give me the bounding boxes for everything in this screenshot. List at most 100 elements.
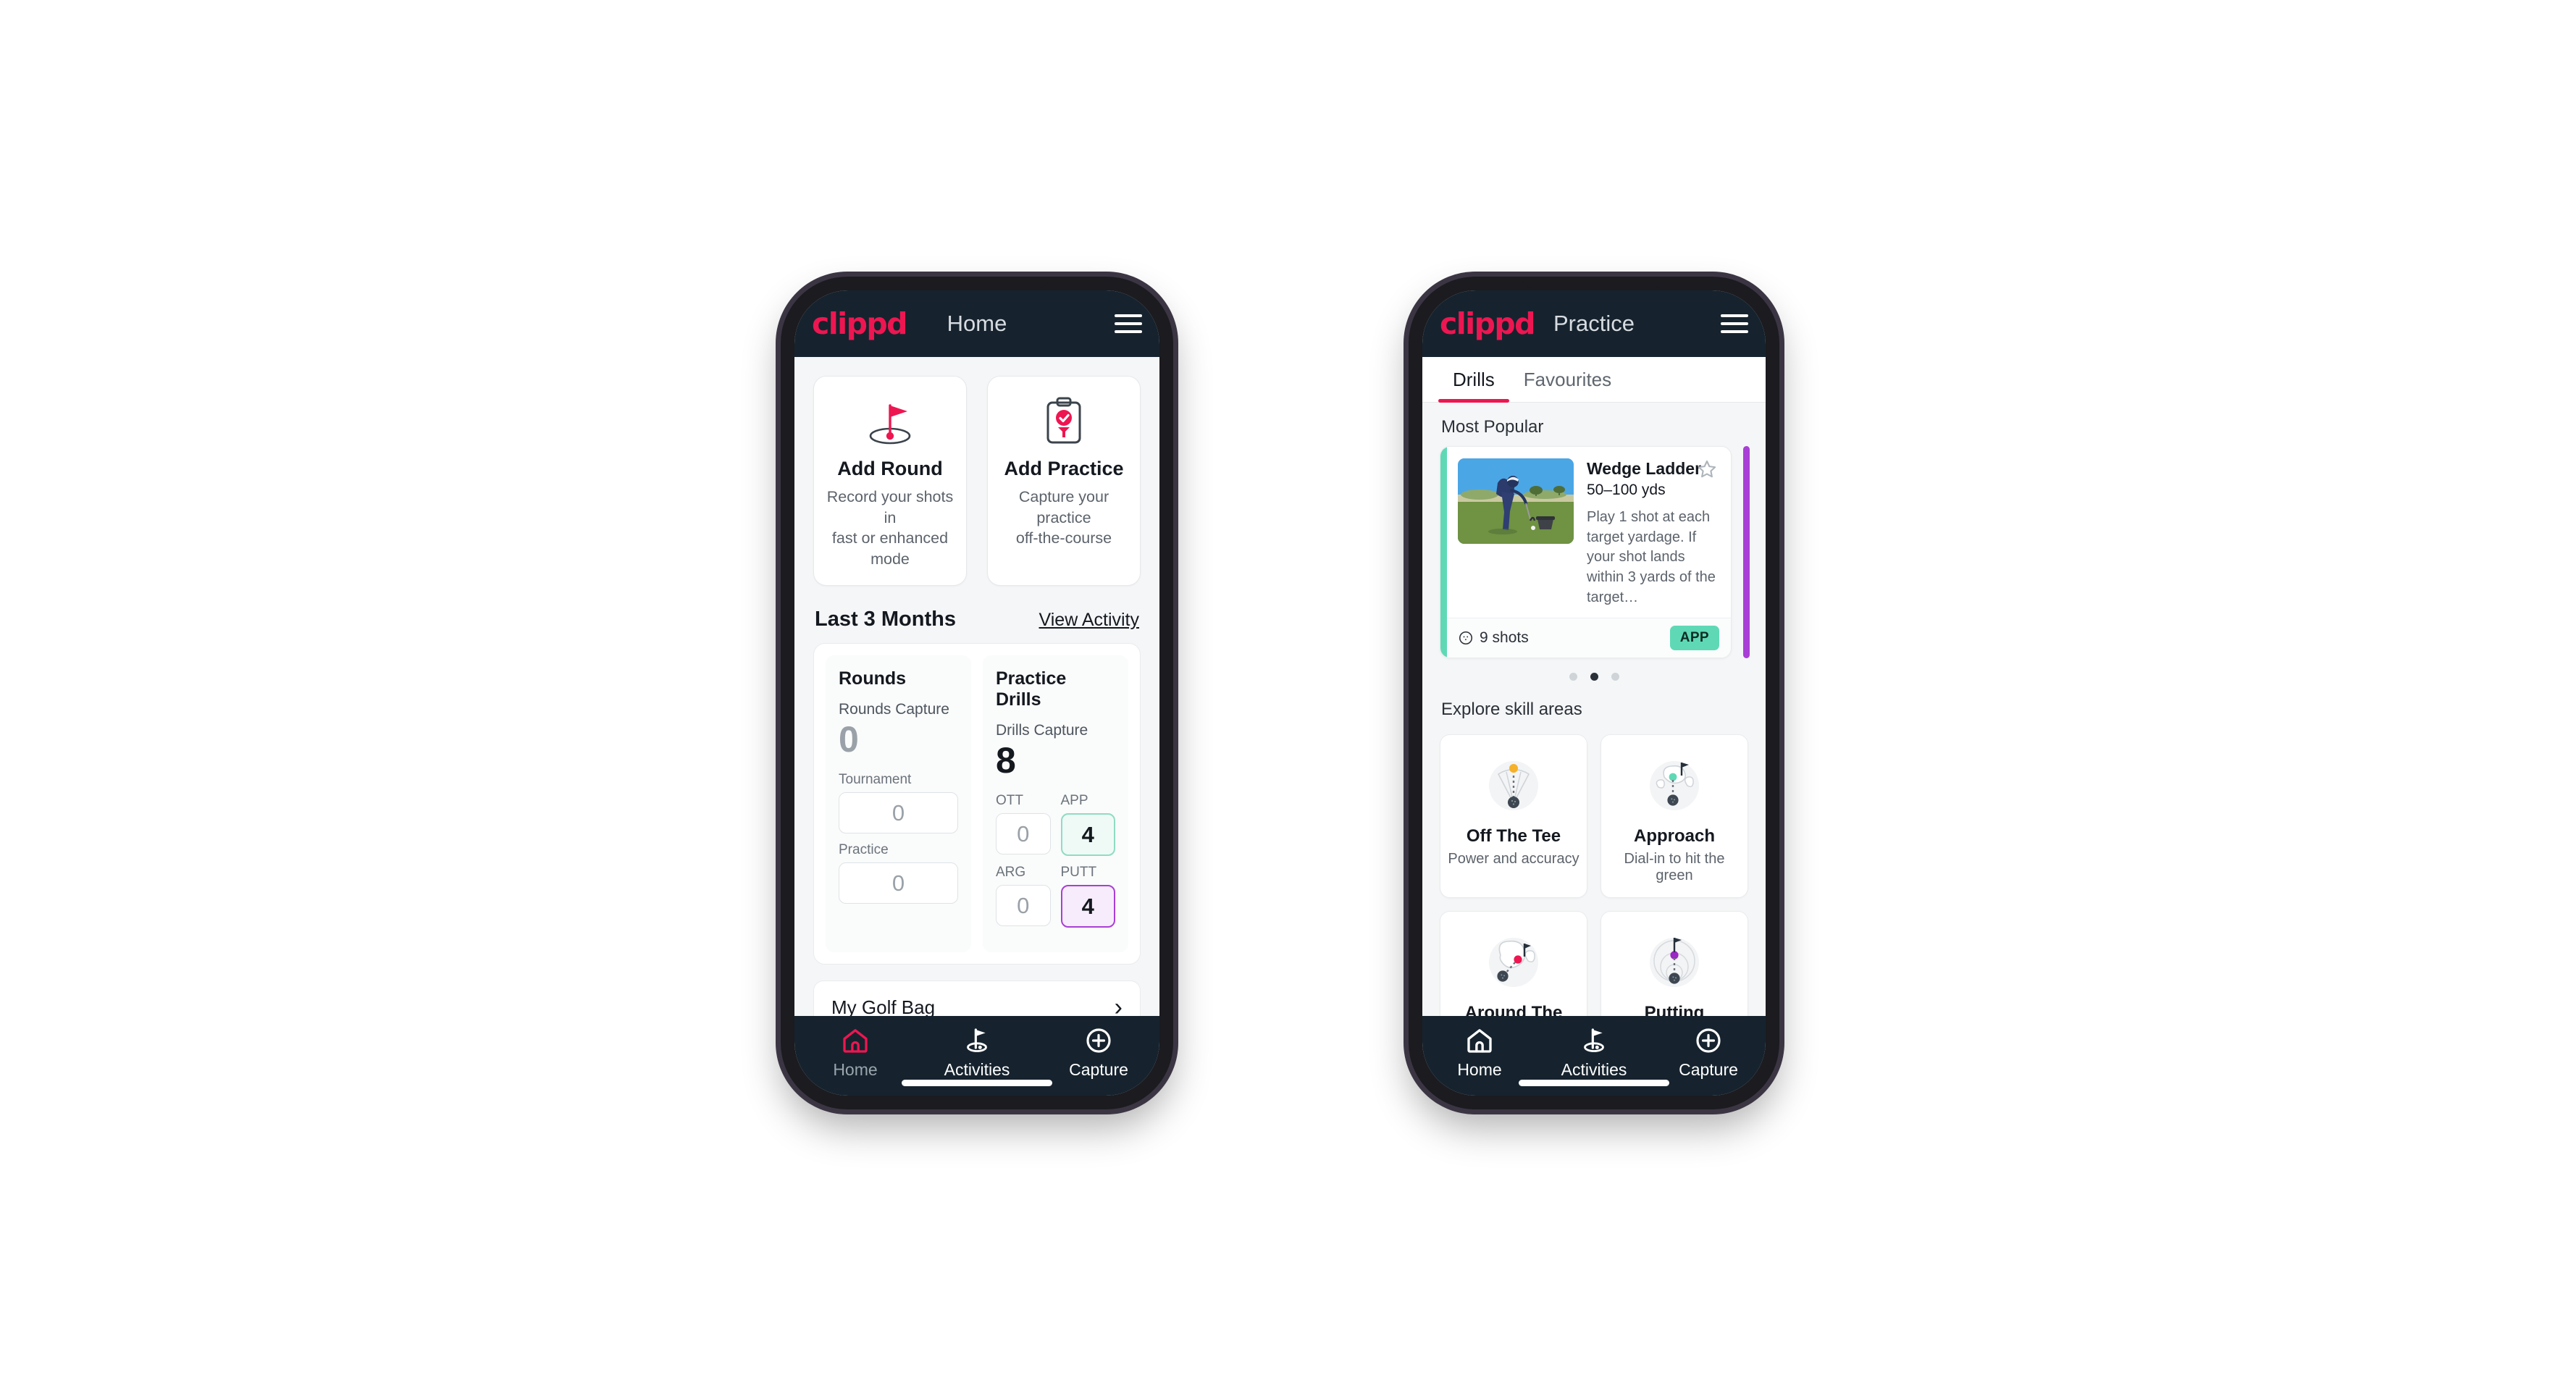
skill-card-approach[interactable]: Approach Dial-in to hit the green xyxy=(1600,734,1748,899)
app-value[interactable]: 4 xyxy=(1060,813,1115,857)
explore-skill-areas-label: Explore skill areas xyxy=(1441,700,1582,720)
bottom-nav-practice: Home Activities Capture xyxy=(1422,1016,1766,1096)
app-field: APP 4 xyxy=(1060,793,1115,857)
nav-item-capture[interactable]: Capture xyxy=(1651,1026,1766,1080)
skill-card-off-the-tee[interactable]: Off The Tee Power and accuracy xyxy=(1440,734,1587,899)
golf-flag-icon xyxy=(1584,1028,1604,1052)
nav-label-capture: Capture xyxy=(1679,1060,1738,1079)
tournament-value[interactable]: 0 xyxy=(839,792,958,834)
drill-card-wedge-ladder[interactable]: Wedge Ladder 50–100 yds Play 1 shot at e… xyxy=(1440,446,1732,659)
star-outline-icon[interactable] xyxy=(1696,458,1718,480)
plus-circle-icon xyxy=(1696,1028,1721,1053)
carousel-dot-2[interactable] xyxy=(1590,673,1598,681)
rounds-heading: Rounds xyxy=(839,668,907,689)
golf-flag-hole-icon xyxy=(823,394,957,450)
drills-row-1: OTT 0 APP 4 xyxy=(996,793,1115,865)
drill-category-stripe xyxy=(1440,447,1447,658)
skill-title-around-the-green: Around The Green xyxy=(1464,1003,1563,1016)
drill-shots: 9 shots xyxy=(1458,629,1529,647)
add-practice-title: Add Practice xyxy=(1004,458,1124,479)
hamburger-icon[interactable] xyxy=(1115,314,1142,333)
bottom-nav-home: Home Activities Capture xyxy=(794,1016,1159,1096)
view-activity-link[interactable]: View Activity xyxy=(1039,610,1139,631)
add-practice-subtitle-line1: Capture your practice xyxy=(1018,488,1109,526)
drill-description: Play 1 shot at each target yardage. If y… xyxy=(1587,509,1716,605)
add-practice-card[interactable]: Add Practice Capture your practice off-t… xyxy=(987,376,1141,587)
nav-item-home[interactable]: Home xyxy=(1422,1026,1537,1080)
tab-drills[interactable]: Drills xyxy=(1438,357,1509,403)
nav-item-activities[interactable]: Activities xyxy=(1537,1026,1651,1080)
ott-field: OTT 0 xyxy=(996,793,1051,856)
device-notch xyxy=(1522,277,1666,287)
tab-favourites[interactable]: Favourites xyxy=(1509,357,1626,402)
drill-card-body: Wedge Ladder 50–100 yds Play 1 shot at e… xyxy=(1440,447,1731,618)
golf-flag-icon xyxy=(967,1028,987,1052)
drills-capture-value: 8 xyxy=(996,740,1016,781)
phone-device-practice: clippd Practice Drills Favourites Most P… xyxy=(1409,277,1779,1109)
nav-item-activities[interactable]: Activities xyxy=(916,1026,1038,1080)
putting-rings-icon xyxy=(1608,923,1740,999)
carousel-dot-3[interactable] xyxy=(1611,673,1619,681)
nav-label-activities: Activities xyxy=(944,1060,1010,1079)
practice-value[interactable]: 0 xyxy=(839,862,958,904)
my-golf-bag-row[interactable]: My Golf Bag › xyxy=(813,980,1141,1016)
putt-field: PUTT 4 xyxy=(1060,865,1115,928)
skill-title-off-the-tee: Off The Tee xyxy=(1466,826,1561,847)
practice-drills-column: Practice Drills Drills Capture 8 OTT 0 A… xyxy=(983,655,1128,953)
add-round-subtitle-line2: fast or enhanced mode xyxy=(831,529,949,568)
app-header-home: clippd Home xyxy=(794,290,1159,357)
plus-circle-icon xyxy=(1086,1028,1111,1053)
tee-shot-dispersion-icon xyxy=(1448,747,1579,822)
skill-card-putting[interactable]: Putting Make and lag practice xyxy=(1600,911,1748,1016)
add-round-card[interactable]: Add Round Record your shots in fast or e… xyxy=(813,376,967,587)
drill-category-badge: APP xyxy=(1669,626,1719,651)
drill-thumbnail xyxy=(1458,458,1574,544)
arg-value[interactable]: 0 xyxy=(996,885,1051,927)
around-green-icon xyxy=(1448,923,1579,999)
tournament-field: Tournament 0 xyxy=(839,772,958,834)
practice-tabs: Drills Favourites xyxy=(1422,357,1766,403)
approach-green-icon xyxy=(1608,747,1740,822)
nav-label-home: Home xyxy=(833,1060,878,1079)
screenshot-canvas: clippd Home Add Round Record your shots … xyxy=(0,0,2576,1386)
nav-label-home: Home xyxy=(1457,1060,1502,1079)
clippd-logo[interactable]: clippd xyxy=(812,308,907,339)
nav-label-activities: Activities xyxy=(1561,1060,1627,1079)
most-popular-label: Most Popular xyxy=(1441,417,1544,437)
stats-card: Rounds Rounds Capture 0 Tournament 0 Pra… xyxy=(813,643,1141,965)
ott-value[interactable]: 0 xyxy=(996,813,1051,855)
add-round-subtitle-line1: Record your shots in xyxy=(826,488,954,526)
phone-device-home: clippd Home Add Round Record your shots … xyxy=(781,277,1173,1109)
skill-subtitle-approach: Dial-in to hit the green xyxy=(1624,851,1725,884)
nav-item-home[interactable]: Home xyxy=(794,1026,916,1080)
rounds-capture-label: Rounds Capture xyxy=(839,701,949,718)
drills-row-2: ARG 0 PUTT 4 xyxy=(996,865,1115,936)
hamburger-icon[interactable] xyxy=(1721,314,1748,333)
drill-yardage: 50–100 yds xyxy=(1587,482,1666,499)
carousel-dot-1[interactable] xyxy=(1569,673,1577,681)
next-drill-card-peek[interactable] xyxy=(1743,446,1750,659)
clippd-logo[interactable]: clippd xyxy=(1440,308,1535,339)
practice-label: Practice xyxy=(839,842,889,858)
add-practice-subtitle-line2: off-the-course xyxy=(1015,529,1112,547)
nav-item-capture[interactable]: Capture xyxy=(1038,1026,1159,1080)
drills-capture-label: Drills Capture xyxy=(996,722,1088,739)
drill-shots-label: 9 shots xyxy=(1480,629,1529,647)
home-icon xyxy=(843,1029,868,1053)
my-golf-bag-label: My Golf Bag xyxy=(831,996,936,1016)
carousel-dots xyxy=(1422,658,1766,685)
rounds-capture-value: 0 xyxy=(839,719,859,760)
home-indicator xyxy=(1519,1080,1669,1086)
drill-carousel[interactable]: Wedge Ladder 50–100 yds Play 1 shot at e… xyxy=(1422,446,1766,659)
app-header-practice: clippd Practice xyxy=(1422,290,1766,357)
drills-heading: Practice Drills xyxy=(996,668,1067,710)
tournament-label: Tournament xyxy=(839,772,912,788)
skill-card-around-the-green[interactable]: Around The Green Hone your short game xyxy=(1440,911,1587,1016)
putt-label: PUTT xyxy=(1060,865,1097,881)
golf-ball-icon xyxy=(1459,631,1473,645)
chevron-right-icon: › xyxy=(1114,994,1123,1016)
home-content: Add Round Record your shots in fast or e… xyxy=(794,357,1159,1016)
putt-value[interactable]: 4 xyxy=(1060,885,1115,928)
practice-field: Practice 0 xyxy=(839,842,958,904)
home-indicator xyxy=(902,1080,1052,1086)
